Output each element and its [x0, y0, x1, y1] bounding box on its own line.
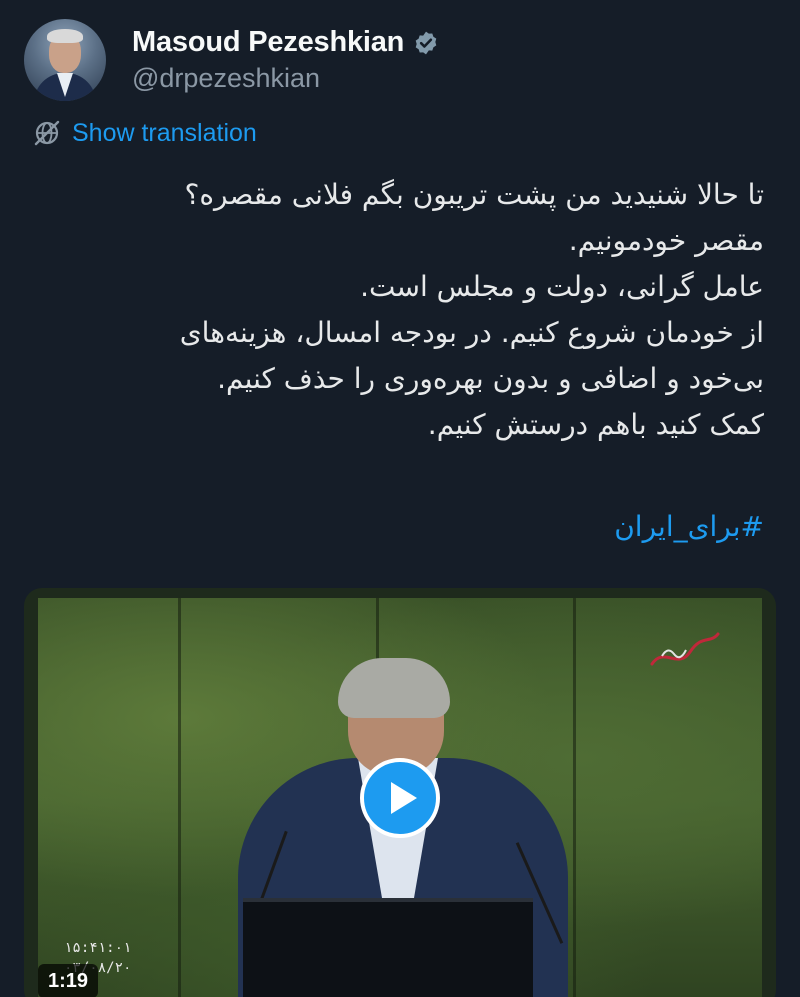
tweet-text-line: بی‌خود و اضافی و بدون بهره‌وری را حذف کن… — [217, 362, 764, 395]
tweet-text-line: عامل گرانی، دولت و مجلس است. — [360, 270, 764, 303]
tweet-text-line: کمک کنید باهم درستش کنیم. — [427, 408, 764, 441]
author-handle[interactable]: @drpezeshkian — [132, 63, 439, 94]
tweet-text-line: از خودمان شروع کنیم. در بودجه امسال، هزی… — [179, 316, 764, 349]
tweet-text: تا حالا شنیدید من پشت تریبون بگم فلانی م… — [24, 172, 764, 448]
author-identity: Masoud Pezeshkian @drpezeshkian — [132, 26, 439, 94]
video-duration: 1:19 — [38, 964, 99, 997]
avatar[interactable] — [24, 19, 106, 101]
translate-globe-icon — [32, 118, 62, 148]
tweet-page: Masoud Pezeshkian @drpezeshkian Show tra… — [0, 0, 800, 997]
show-translation-label: Show translation — [72, 118, 257, 147]
play-button[interactable] — [360, 758, 440, 838]
play-icon — [391, 782, 417, 814]
show-translation-button[interactable]: Show translation — [32, 118, 257, 148]
podium — [243, 898, 533, 997]
hashtag-link[interactable]: #برای_ایران — [614, 510, 764, 543]
tweet-text-line: تا حالا شنیدید من پشت تریبون بگم فلانی م… — [184, 178, 764, 211]
video-player[interactable]: ۱۵:۴۱:۰۱ ۰۳/۰۸/۲۰ 1:19 — [24, 588, 776, 997]
tweet-text-line: مقصر خودمونیم. — [568, 224, 764, 257]
tweet-header: Masoud Pezeshkian @drpezeshkian — [24, 18, 439, 102]
author-name[interactable]: Masoud Pezeshkian — [132, 26, 404, 59]
channel-logo-icon — [650, 632, 720, 666]
verified-badge-icon — [413, 30, 439, 56]
